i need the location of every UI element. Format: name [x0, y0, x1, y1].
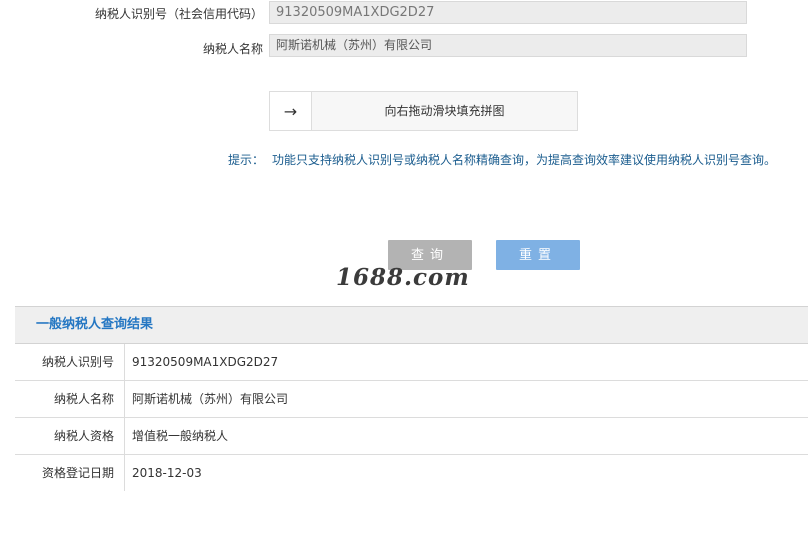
table-row: 纳税人资格 增值税一般纳税人: [15, 418, 808, 455]
hint-text: 功能只支持纳税人识别号或纳税人名称精确查询，为提高查询效率建议使用纳税人识别号查…: [272, 153, 777, 167]
row-value: 阿斯诺机械（苏州）有限公司: [132, 392, 289, 406]
page: 纳税人识别号（社会信用代码） 91320509MA1XDG2D27 纳税人名称 …: [0, 0, 808, 558]
reset-button[interactable]: 重置: [496, 240, 580, 270]
row-label: 纳税人名称: [15, 381, 125, 417]
taxpayer-name-label: 纳税人名称: [202, 42, 263, 56]
taxpayer-id-label: 纳税人识别号（社会信用代码）: [94, 7, 263, 21]
row-value: 增值税一般纳税人: [132, 429, 229, 443]
result-title: 一般纳税人查询结果: [15, 307, 808, 344]
table-row: 纳税人识别号 91320509MA1XDG2D27: [15, 344, 808, 381]
arrow-right-icon: →: [283, 101, 298, 121]
watermark: 1688.com: [336, 264, 470, 291]
slider-instruction: 向右拖动滑块填充拼图: [384, 104, 505, 118]
row-label: 纳税人资格: [15, 418, 125, 454]
row-value: 2018-12-03: [132, 466, 202, 480]
result-panel: 一般纳税人查询结果 纳税人识别号 91320509MA1XDG2D27 纳税人名…: [15, 306, 808, 491]
taxpayer-id-input[interactable]: 91320509MA1XDG2D27: [269, 1, 747, 24]
slider-captcha: → 向右拖动滑块填充拼图: [269, 91, 578, 131]
table-row: 纳税人名称 阿斯诺机械（苏州）有限公司: [15, 381, 808, 418]
slider-handle[interactable]: →: [270, 92, 312, 130]
table-row: 资格登记日期 2018-12-03: [15, 455, 808, 491]
taxpayer-name-input[interactable]: 阿斯诺机械（苏州）有限公司: [269, 34, 747, 57]
row-label: 纳税人识别号: [15, 344, 125, 380]
row-value: 91320509MA1XDG2D27: [132, 355, 279, 369]
hint: 提示： 功能只支持纳税人识别号或纳税人名称精确查询，为提高查询效率建议使用纳税人识…: [228, 151, 776, 168]
row-label: 资格登记日期: [15, 455, 125, 491]
hint-label: 提示：: [228, 153, 265, 167]
